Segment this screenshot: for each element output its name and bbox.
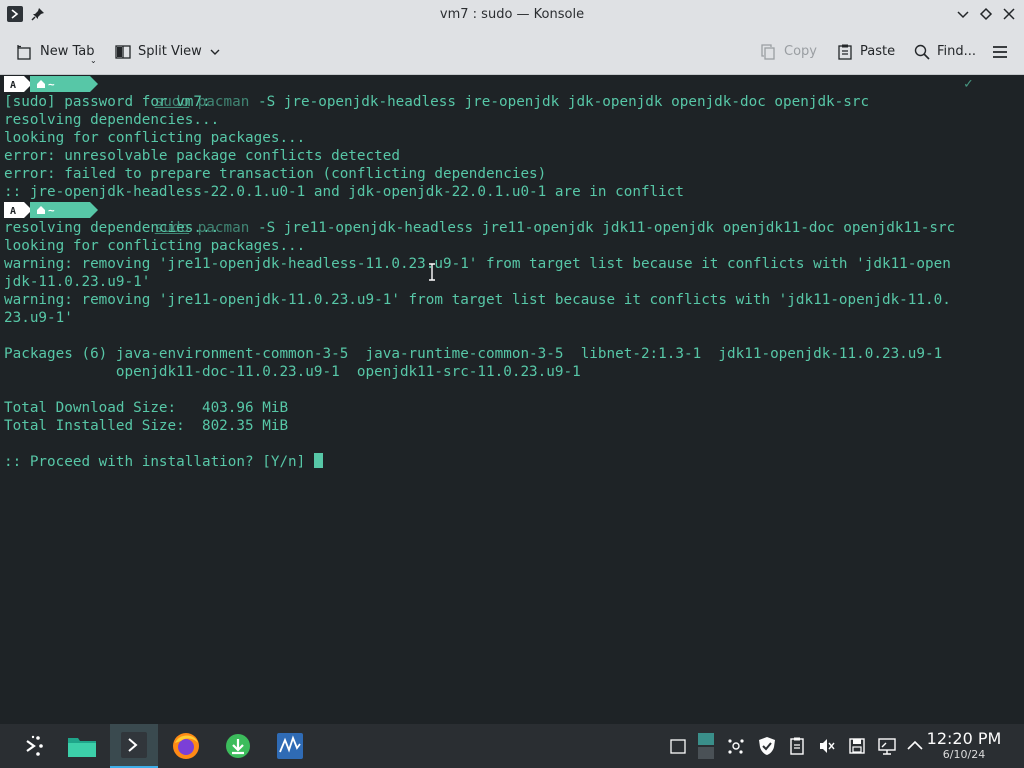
terminal-line: looking for conflicting packages... bbox=[4, 238, 306, 254]
terminal-line: resolving dependencies... bbox=[4, 112, 220, 128]
copy-button[interactable]: Copy bbox=[760, 29, 817, 74]
network-wired-icon[interactable] bbox=[877, 736, 897, 756]
terminal-line: [sudo] password for vm7: bbox=[4, 94, 211, 110]
copy-label: Copy bbox=[784, 44, 817, 59]
prompt-indicator: A ~ bbox=[4, 75, 98, 93]
terminal-line: :: Proceed with installation? [Y/n] bbox=[4, 453, 323, 471]
text-cursor bbox=[313, 453, 323, 468]
install-confirm-prompt: :: Proceed with installation? [Y/n] bbox=[4, 454, 314, 470]
paste-button[interactable]: Paste bbox=[836, 29, 895, 74]
terminal-icon bbox=[121, 732, 147, 758]
prompt-line: A ~ sudo pacman -S jre-openjdk-headless … bbox=[4, 75, 1004, 110]
chevron-up-icon[interactable] bbox=[905, 736, 925, 756]
system-monitor-icon bbox=[277, 733, 303, 759]
prompt-indicator: A ~ bbox=[4, 201, 98, 219]
chevron-down-icon bbox=[208, 43, 222, 61]
minimize-icon[interactable] bbox=[955, 6, 971, 22]
split-view-icon bbox=[114, 43, 132, 61]
prompt-os-segment: A bbox=[4, 202, 24, 218]
prompt-dir-segment: ~ bbox=[30, 76, 90, 92]
window-title: vm7 : sudo — Konsole bbox=[439, 7, 585, 22]
taskbar-monitor[interactable] bbox=[266, 724, 314, 768]
app-launcher-icon bbox=[26, 735, 43, 756]
new-tab-icon bbox=[16, 43, 34, 61]
terminal-line: warning: removing 'jre11-openjdk-headles… bbox=[4, 256, 951, 272]
paste-label: Paste bbox=[860, 44, 896, 59]
cmd-args: -S jre11-openjdk-headless jre11-openjdk … bbox=[249, 220, 956, 236]
prompt-dir: ~ bbox=[48, 78, 55, 91]
network-sharing-icon[interactable] bbox=[726, 736, 746, 756]
maximize-icon[interactable] bbox=[978, 6, 994, 22]
pager-icon[interactable] bbox=[696, 732, 716, 759]
volume-muted-icon[interactable] bbox=[817, 736, 837, 756]
shield-icon[interactable] bbox=[757, 736, 777, 756]
new-tab-label: New Tab bbox=[40, 44, 95, 59]
clock-time: 12:20 PM bbox=[926, 729, 1002, 748]
app-launcher-button[interactable] bbox=[10, 724, 58, 768]
terminal-area[interactable]: A ~ sudo pacman -S jre-openjdk-headless … bbox=[0, 75, 1024, 722]
firefox-icon bbox=[173, 733, 199, 759]
taskbar: 12:20 PM 6/10/24 bbox=[0, 724, 1024, 768]
window-list-icon[interactable] bbox=[668, 736, 688, 756]
hamburger-menu-icon bbox=[991, 43, 1009, 61]
terminal-line: looking for conflicting packages... bbox=[4, 130, 306, 146]
terminal-line: resolving dependencies... bbox=[4, 220, 220, 236]
taskbar-konsole[interactable] bbox=[110, 724, 158, 768]
find-button[interactable]: Find... bbox=[913, 29, 976, 74]
split-view-button[interactable]: Split View bbox=[114, 29, 222, 74]
paste-icon bbox=[836, 43, 854, 61]
terminal-line: Total Download Size: 403.96 MiB bbox=[4, 400, 289, 416]
split-view-label: Split View bbox=[138, 44, 202, 59]
new-tab-chevron-icon: ⌄ bbox=[90, 56, 97, 65]
prompt-line: A ~ sudo pacman -S jre11-openjdk-headles… bbox=[4, 201, 1004, 236]
toolbar: New Tab ⌄ Split View Copy Paste Find... bbox=[0, 29, 1024, 75]
close-icon[interactable] bbox=[1001, 6, 1017, 22]
new-tab-button[interactable]: New Tab ⌄ bbox=[16, 29, 97, 74]
hamburger-menu-button[interactable] bbox=[991, 29, 1009, 74]
ibeam-cursor-icon bbox=[429, 263, 435, 281]
terminal-line: :: jre-openjdk-headless-22.0.1.u0-1 and … bbox=[4, 184, 684, 200]
home-icon bbox=[37, 206, 45, 214]
find-label: Find... bbox=[937, 44, 977, 59]
terminal-scrollbar[interactable] bbox=[1018, 75, 1024, 722]
download-icon bbox=[226, 734, 250, 758]
taskbar-firefox[interactable] bbox=[162, 724, 210, 768]
copy-icon bbox=[760, 43, 778, 61]
home-icon bbox=[37, 80, 45, 88]
save-disk-icon[interactable] bbox=[847, 736, 867, 756]
search-icon bbox=[913, 43, 931, 61]
terminal-line: Total Installed Size: 802.35 MiB bbox=[4, 418, 289, 434]
terminal-line: error: failed to prepare transaction (co… bbox=[4, 166, 547, 182]
prompt-dir: ~ bbox=[48, 204, 55, 217]
folder-icon bbox=[68, 738, 96, 757]
prompt-os-segment: A bbox=[4, 76, 24, 92]
terminal-line: warning: removing 'jre11-openjdk-11.0.23… bbox=[4, 292, 951, 308]
terminal-line: Packages (6) java-environment-common-3-5… bbox=[4, 346, 943, 362]
clipboard-icon[interactable] bbox=[787, 736, 807, 756]
terminal-line: openjdk11-doc-11.0.23.u9-1 openjdk11-src… bbox=[4, 364, 581, 380]
clock-date: 6/10/24 bbox=[942, 748, 986, 761]
cmd-args: -S jre-openjdk-headless jre-openjdk jdk-… bbox=[249, 94, 870, 110]
title-bar: vm7 : sudo — Konsole bbox=[0, 0, 1024, 29]
prompt-dir-segment: ~ bbox=[30, 202, 90, 218]
clock[interactable]: 12:20 PM 6/10/24 bbox=[924, 729, 1004, 762]
taskbar-dolphin[interactable] bbox=[58, 724, 106, 768]
taskbar-discover[interactable] bbox=[214, 724, 262, 768]
terminal-line: 23.u9-1' bbox=[4, 310, 73, 326]
terminal-line: error: unresolvable package conflicts de… bbox=[4, 148, 400, 164]
terminal-line: jdk-11.0.23.u9-1' bbox=[4, 274, 151, 290]
